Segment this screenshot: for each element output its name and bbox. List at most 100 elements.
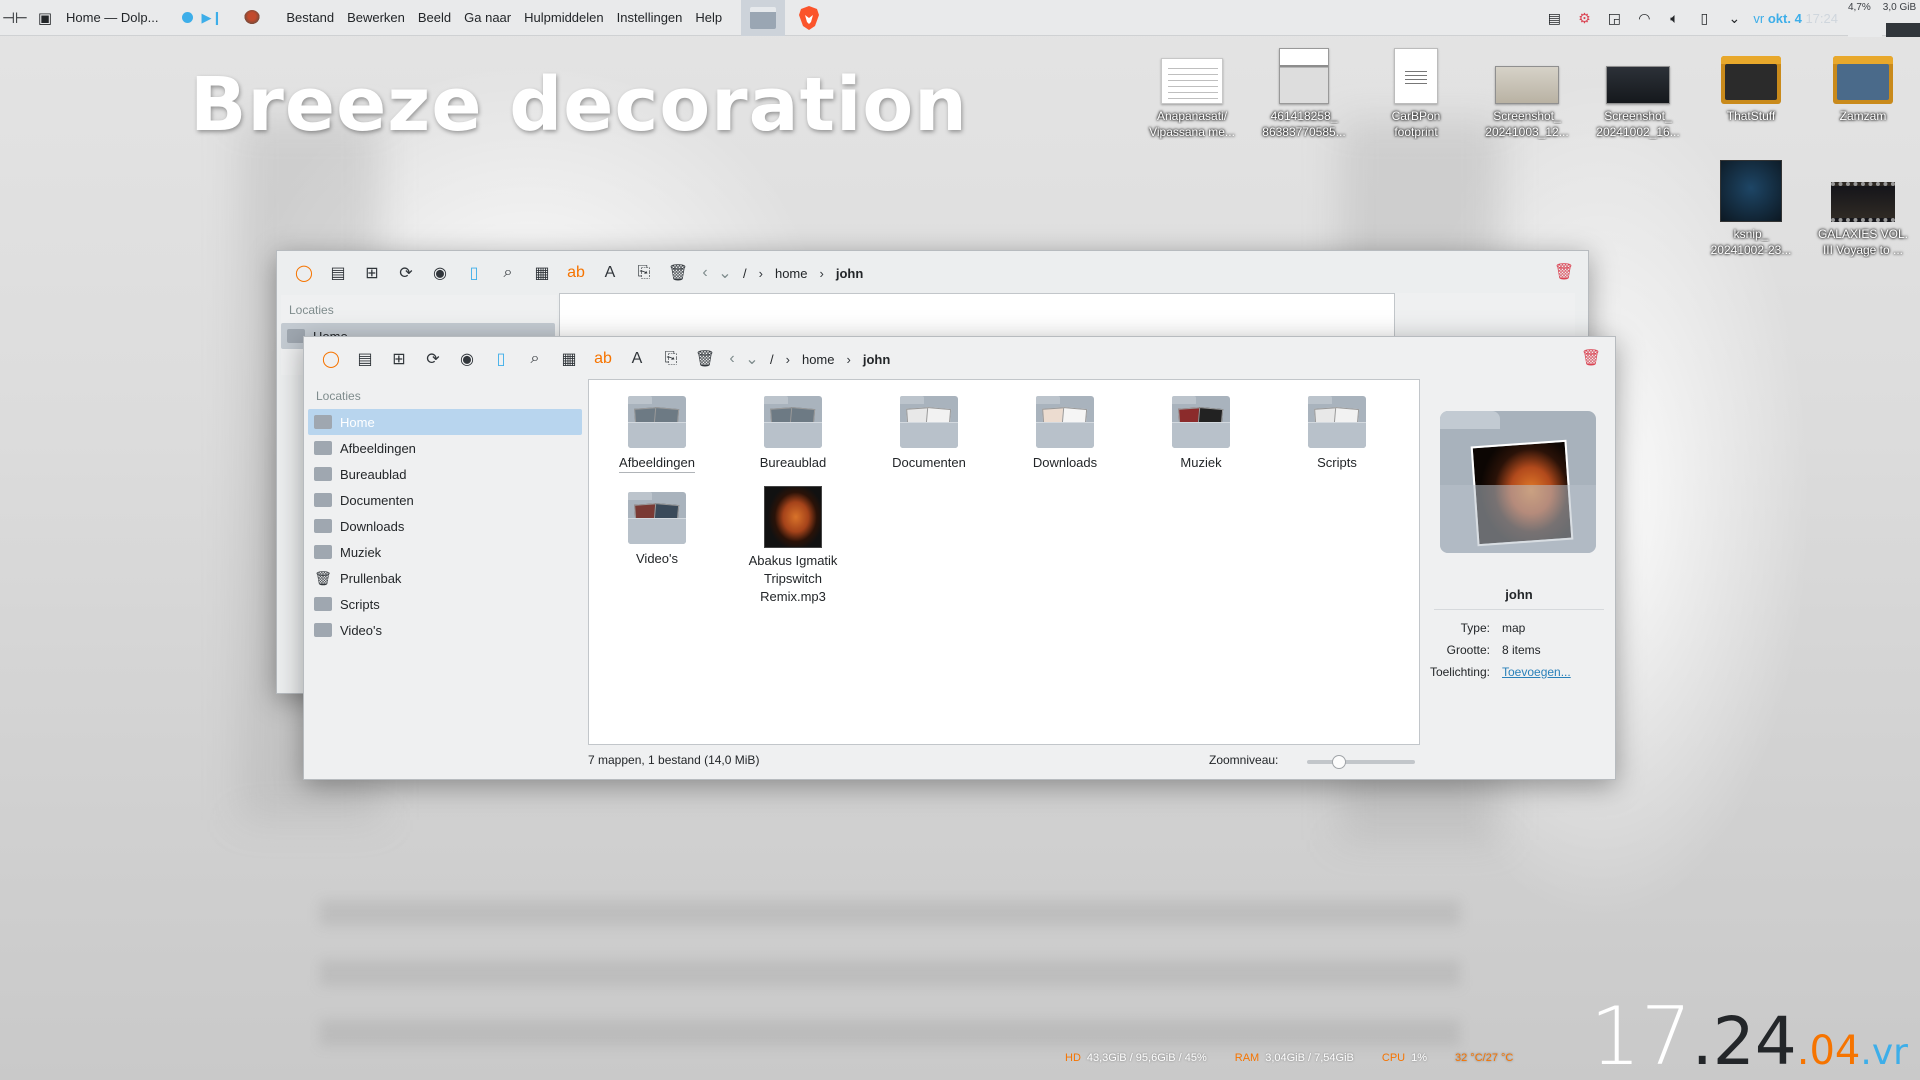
place-bureaublad[interactable]: Bureaublad [308, 461, 584, 487]
desktop-icon-label: GALAXIES VOL. [1817, 227, 1909, 241]
media-status-icon[interactable] [182, 12, 194, 23]
breadcrumb-john[interactable]: john [863, 352, 890, 367]
bookmark-icon[interactable]: ▯ [484, 344, 518, 374]
play-pause-icon[interactable]: ▶❙ [201, 10, 222, 26]
close-tab-icon[interactable]: 🗑︎ [1579, 345, 1603, 371]
screenshot-icon[interactable]: ▣ [30, 0, 60, 36]
view-mode-icon[interactable]: ▦ [552, 344, 586, 374]
terminal-icon[interactable]: ◯ [314, 344, 348, 374]
place-scripts[interactable]: Scripts [308, 591, 584, 617]
zoom-slider[interactable] [1307, 755, 1415, 769]
decoration-title: Breeze decoration [190, 62, 968, 148]
font-icon[interactable]: A [593, 258, 627, 288]
brave-browser-icon[interactable] [795, 3, 823, 33]
new-tab-icon[interactable]: ⊞ [355, 258, 389, 288]
menu-bestand[interactable]: Bestand [286, 10, 334, 25]
rename-icon[interactable]: ab [559, 258, 593, 288]
copy-location-icon[interactable]: ⎘ [627, 258, 661, 288]
desktop-icon[interactable]: GALAXIES VOL. III Voyage to ... [1815, 162, 1911, 258]
breadcrumb-john[interactable]: john [836, 266, 863, 281]
file-item-documenten[interactable]: Documenten [861, 396, 997, 472]
desktop-icon[interactable]: Screenshot_ 20241003_12... [1479, 48, 1575, 140]
add-comment-link[interactable]: Toevoegen... [1502, 665, 1571, 679]
battery-icon[interactable]: ▯ [1689, 0, 1719, 36]
place-videos[interactable]: Video's [308, 617, 584, 643]
breadcrumb-root[interactable]: / [743, 266, 747, 281]
file-label: Muziek [1180, 455, 1222, 470]
menu-hulpmiddelen[interactable]: Hulpmiddelen [524, 10, 604, 25]
desktop-icon[interactable]: Screenshot_ 20241002_16... [1590, 48, 1686, 140]
file-item-bureaublad[interactable]: Bureaublad [725, 396, 861, 472]
back-arrow-icon[interactable]: ‹ [695, 258, 715, 288]
file-item-afbeeldingen[interactable]: Afbeeldingen [589, 396, 725, 473]
zoom-slider-handle[interactable] [1332, 755, 1347, 769]
place-home[interactable]: Home [308, 409, 582, 435]
desktop-icon[interactable]: CarBPon footprint [1368, 42, 1464, 140]
desktop-icon[interactable]: 461418258_ 86383770585... [1256, 42, 1352, 140]
dolphin-window[interactable]: ◯ ▤ ⊞ ⟳ ◉ ▯ ⌕ ▦ ab A ⎘ 🗑︎ ‹ ⌄ / › home ›… [303, 336, 1616, 780]
place-downloads[interactable]: Downloads [308, 513, 584, 539]
place-muziek[interactable]: Muziek [308, 539, 584, 565]
digital-clock[interactable]: vr okt. 4 17:24 [1753, 11, 1838, 26]
kickoff-icon[interactable]: ⊣⊢ [0, 0, 30, 36]
search-icon[interactable]: ⌕ [491, 258, 525, 288]
menu-instellingen[interactable]: Instellingen [617, 10, 683, 25]
cpu-label: CPU [1381, 1052, 1406, 1064]
preview-icon[interactable]: ◉ [450, 344, 484, 374]
desktop-icon[interactable]: ThatStuff [1703, 48, 1799, 124]
task-manager-dolphin[interactable] [741, 0, 786, 36]
chevron-down-icon[interactable]: ⌄ [1719, 0, 1749, 36]
font-icon[interactable]: A [620, 344, 654, 374]
trash-icon[interactable]: 🗑︎ [688, 344, 722, 374]
places-header: Locaties [289, 303, 334, 317]
copy-location-icon[interactable]: ⎘ [654, 344, 688, 374]
desktop-icon-label: ThatStuff [1726, 109, 1776, 123]
view-mode-icon[interactable]: ▦ [525, 258, 559, 288]
terminal-icon[interactable]: ◯ [287, 258, 321, 288]
reload-icon[interactable]: ⟳ [416, 344, 450, 374]
rename-icon[interactable]: ab [586, 344, 620, 374]
notes-icon[interactable]: ▤ [1539, 0, 1569, 36]
preview-icon[interactable]: ◉ [423, 258, 457, 288]
menu-help[interactable]: Help [695, 10, 722, 25]
file-item-scripts[interactable]: Scripts [1269, 396, 1405, 472]
chevron-down-icon[interactable]: ⌄ [742, 344, 762, 374]
place-documenten[interactable]: Documenten [308, 487, 584, 513]
trash-icon[interactable]: 🗑︎ [661, 258, 695, 288]
breadcrumb-root[interactable]: / [770, 352, 774, 367]
clipboard-icon[interactable]: ◲ [1599, 0, 1629, 36]
back-arrow-icon[interactable]: ‹ [722, 344, 742, 374]
place-prullenbak[interactable]: 🗑︎ Prullenbak [308, 565, 584, 591]
reload-icon[interactable]: ⟳ [389, 258, 423, 288]
volume-icon[interactable]: 🔈︎ [1659, 0, 1689, 36]
file-view[interactable]: Afbeeldingen Bureaublad Documenten Downl… [588, 379, 1420, 745]
new-tab-icon[interactable]: ⊞ [382, 344, 416, 374]
system-load-widget[interactable]: 4,7% 3,0 GiB [1848, 0, 1920, 37]
desktop-icon[interactable]: Anapanasati/ Vipassana me... [1144, 48, 1240, 140]
file-item-downloads[interactable]: Downloads [997, 396, 1133, 472]
split-view-icon[interactable]: ▤ [321, 258, 355, 288]
file-item-muziek[interactable]: Muziek [1133, 396, 1269, 472]
desktop-icon-label: footprint [1394, 125, 1438, 139]
media-cover-icon[interactable] [244, 9, 261, 26]
desktop-icon[interactable]: ksnip_ 20241002-23... [1703, 158, 1799, 258]
bookmark-icon[interactable]: ▯ [457, 258, 491, 288]
desktop-icon[interactable]: Zamzam [1815, 48, 1911, 124]
network-icon[interactable]: ◠ [1629, 0, 1659, 36]
file-item-mp3[interactable]: Abakus Igmatik Tripswitch Remix.mp3 [725, 486, 861, 606]
search-icon[interactable]: ⌕ [518, 344, 552, 374]
breadcrumb-home[interactable]: home [775, 266, 808, 281]
screenshot-thumbnail [1495, 66, 1559, 104]
menu-bewerken[interactable]: Bewerken [347, 10, 405, 25]
place-afbeeldingen[interactable]: Afbeeldingen [308, 435, 584, 461]
cpu-value: 1% [1411, 1052, 1428, 1064]
menu-ga-naar[interactable]: Ga naar [464, 10, 511, 25]
breadcrumb-home[interactable]: home [802, 352, 835, 367]
menu-beeld[interactable]: Beeld [418, 10, 451, 25]
close-tab-icon[interactable]: 🗑︎ [1552, 259, 1576, 285]
chevron-down-icon[interactable]: ⌄ [715, 258, 735, 288]
file-item-videos[interactable]: Video's [589, 492, 725, 568]
active-window-title[interactable]: Home — Dolp... [66, 10, 158, 25]
split-view-icon[interactable]: ▤ [348, 344, 382, 374]
kde-connect-icon[interactable]: ⚙ [1569, 0, 1599, 36]
